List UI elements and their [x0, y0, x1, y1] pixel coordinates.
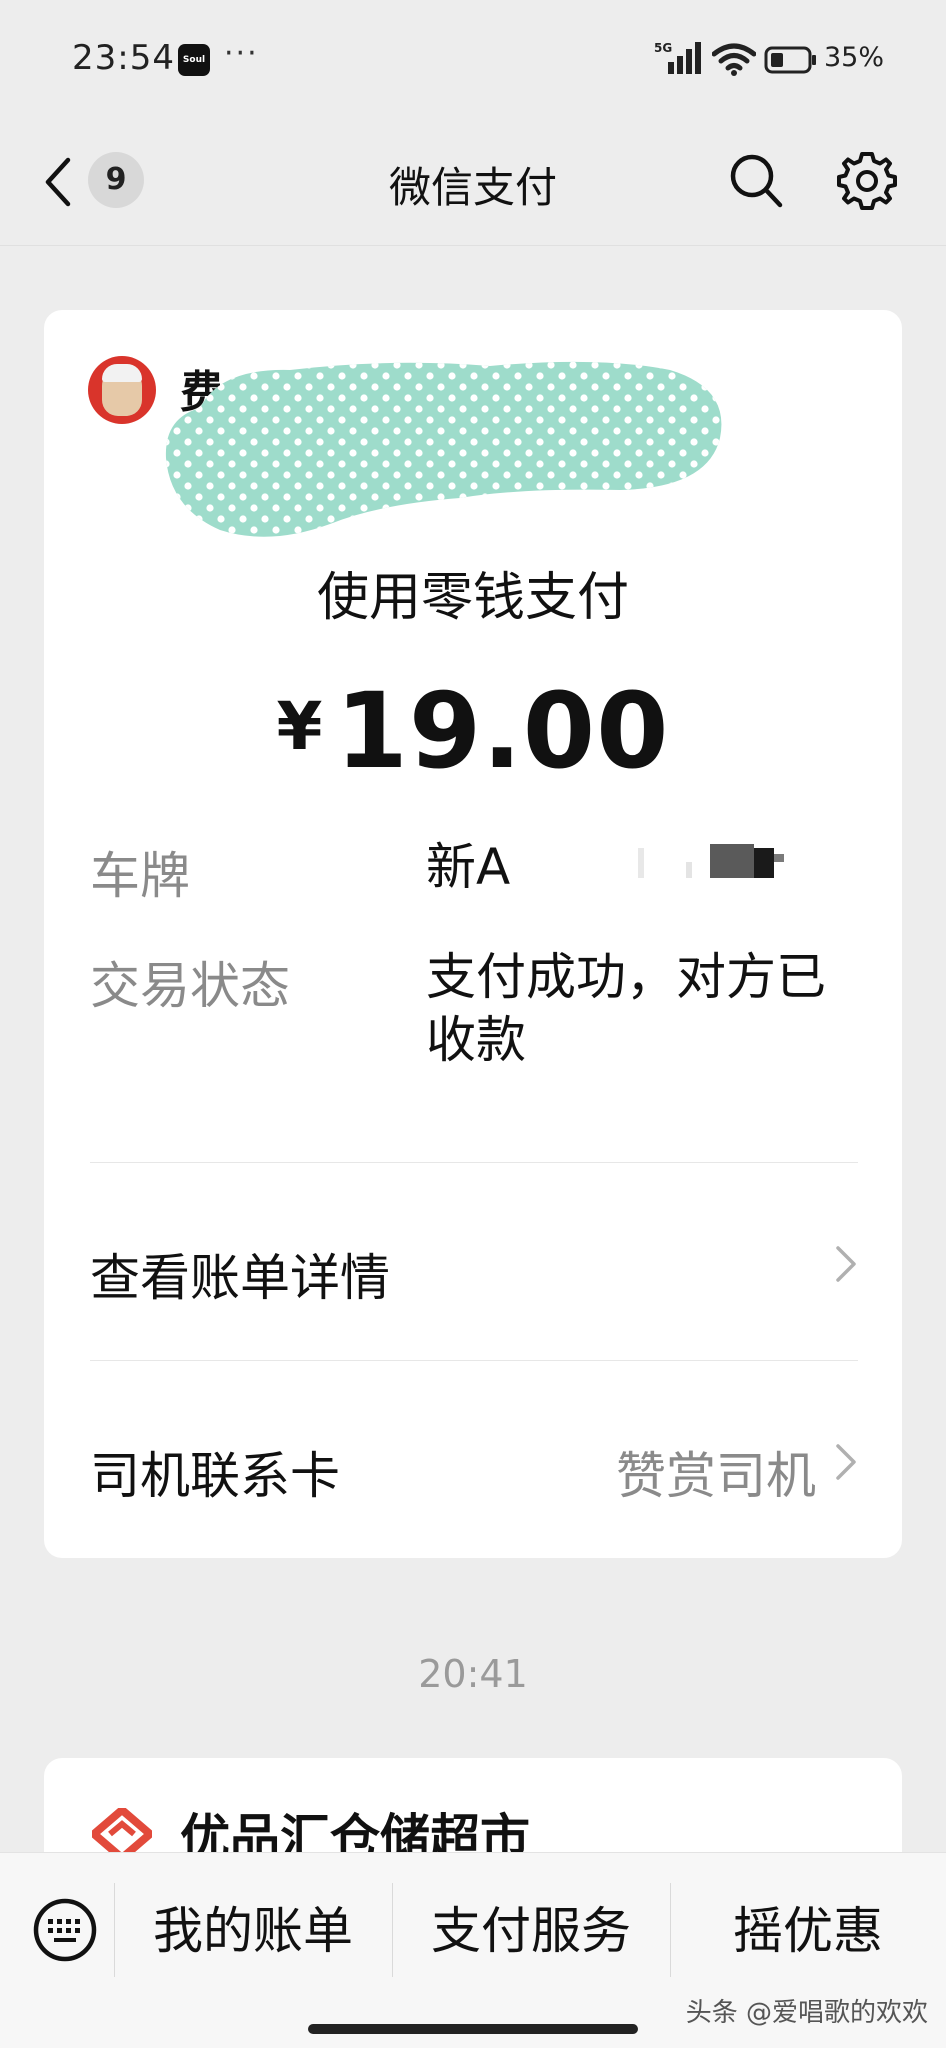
avatar-hair-shape	[102, 364, 142, 382]
more-notifications-icon: ···	[224, 36, 259, 71]
chevron-right-icon[interactable]	[834, 1244, 858, 1284]
status-value: 支付成功，对方已收款	[426, 948, 826, 1069]
amount-value: 19.00	[335, 670, 670, 792]
wechat-pay-screen: 23:54 Soul ··· 5G 35% 9 微信支付 费 使用零钱支付 ¥ …	[0, 0, 946, 2048]
payment-method: 使用零钱支付	[316, 568, 629, 628]
watermark: 头条 @爱唱歌的欢欢	[685, 1998, 928, 2028]
menu-my-bills[interactable]: 我的账单	[114, 1853, 392, 2009]
redaction-mask	[165, 361, 722, 537]
plate-label: 车牌	[90, 847, 190, 905]
bill-detail-link[interactable]: 查看账单详情	[90, 1238, 390, 1310]
tip-driver-link[interactable]: 赞赏司机	[616, 1436, 816, 1508]
menu-payment-services[interactable]: 支付服务	[392, 1853, 670, 2009]
status-time: 23:54	[72, 38, 175, 78]
wifi-icon	[712, 43, 756, 76]
status-label: 交易状态	[90, 957, 290, 1015]
network-type-label: 5G	[654, 41, 672, 55]
page-title: 微信支付	[388, 163, 557, 212]
chevron-right-icon[interactable]	[834, 1442, 858, 1482]
home-indicator[interactable]	[308, 2024, 638, 2034]
signal-icon: 5G	[654, 41, 701, 74]
merchant-avatar	[88, 356, 156, 424]
soul-app-icon: Soul	[178, 44, 210, 76]
menu-shake-offers[interactable]: 摇优惠	[670, 1853, 946, 2009]
currency-symbol: ¥	[276, 688, 324, 765]
search-icon[interactable]	[728, 150, 784, 210]
store-logo-icon	[92, 1808, 152, 1858]
payment-amount: ¥19.00	[44, 670, 902, 792]
battery-percent: 35%	[824, 42, 885, 73]
nav-bar: 9 微信支付	[0, 118, 946, 246]
keyboard-icon	[33, 1898, 97, 1962]
payment-notification-card[interactable]: 费 使用零钱支付 ¥19.00 车牌 新A 交易状态 支付成功，对方已收款 查看…	[44, 310, 902, 1558]
divider	[90, 1162, 858, 1163]
battery-icon	[764, 46, 816, 74]
driver-contact-card-link[interactable]: 司机联系卡	[90, 1436, 340, 1508]
plate-redaction-mask	[638, 844, 784, 878]
keyboard-toggle-button[interactable]	[20, 1853, 114, 2009]
gear-icon[interactable]	[836, 150, 898, 212]
message-timestamp: 20:41	[418, 1652, 528, 1696]
divider	[90, 1360, 858, 1361]
status-bar: 23:54 Soul ··· 5G 35%	[0, 0, 946, 118]
